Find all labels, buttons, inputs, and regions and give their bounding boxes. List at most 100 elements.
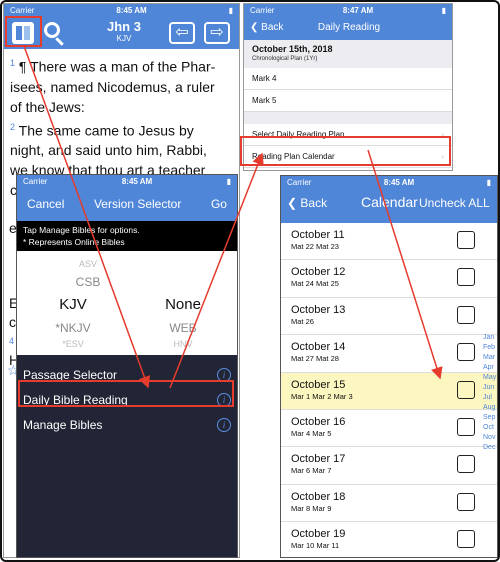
picker-option[interactable]: CSB xyxy=(48,275,128,289)
version-selector-title: Version Selector xyxy=(93,197,182,211)
status-bar: Carrier 8:45 AM ▮ xyxy=(281,176,497,188)
picker-option[interactable]: WEB xyxy=(143,321,223,335)
month-index-item[interactable]: Aug xyxy=(483,403,497,413)
text-line: night, and said unto him, Rabbi, xyxy=(10,142,207,159)
picker-selected[interactable]: KJV xyxy=(33,296,113,313)
menu-item-label: Manage Bibles xyxy=(23,418,103,432)
month-index-item[interactable]: Jun xyxy=(483,383,497,393)
carrier-label: Carrier xyxy=(23,176,48,186)
month-index-item[interactable]: Jul xyxy=(483,393,497,403)
calendar-nav-bar: Carrier 8:45 AM ▮ ❮ Back Calendar Unchec… xyxy=(281,176,497,223)
month-index-item[interactable]: Nov xyxy=(483,433,497,443)
battery-icon: ▮ xyxy=(486,177,491,187)
picker-option[interactable]: HNV xyxy=(143,339,223,349)
back-label: Back xyxy=(300,196,328,210)
month-index-item[interactable]: Sep xyxy=(483,413,497,423)
info-text: * Represents Online Bibles xyxy=(23,237,125,247)
next-chapter-arrow-icon[interactable]: ⇨ xyxy=(204,22,230,44)
previous-chapter-arrow-icon[interactable]: ⇦ xyxy=(169,22,195,44)
month-index-item[interactable]: Feb xyxy=(483,343,497,353)
reading-label: Mark 5 xyxy=(252,96,277,105)
calendar-row[interactable]: October 18 Mar 8 Mar 9 xyxy=(281,485,497,523)
text-line: ¶ There was a man of the Phar- xyxy=(18,58,216,75)
reading-plan-name: Chronological Plan (1Yr) xyxy=(252,56,318,62)
calendar-row[interactable]: October 12 Mat 24 Mat 25 xyxy=(281,260,497,298)
checkbox[interactable] xyxy=(457,268,475,287)
carrier-label: Carrier xyxy=(250,5,275,15)
calendar-row[interactable]: October 15 Mar 1 Mar 2 Mar 3 xyxy=(281,372,497,410)
calendar-screen: Carrier 8:45 AM ▮ ❮ Back Calendar Unchec… xyxy=(280,175,498,558)
search-icon[interactable] xyxy=(44,22,60,38)
go-button[interactable]: Go xyxy=(211,197,227,211)
calendar-title: Calendar xyxy=(361,194,418,210)
checkbox[interactable] xyxy=(457,343,475,362)
calendar-list: October 11 Mat 22 Mat 23 October 12 Mat 24 … xyxy=(281,223,497,557)
checkbox[interactable] xyxy=(457,530,475,549)
status-time: 8:45 AM xyxy=(116,5,147,15)
plan-header: October 15th, 2018 Chronological Plan (1… xyxy=(244,40,452,68)
calendar-row[interactable]: October 16 Mar 4 Mar 5 xyxy=(281,410,497,448)
spacer xyxy=(244,112,452,124)
bible-icon-highlight xyxy=(5,16,42,47)
month-index: Jan Feb Mar Apr May Jun Jul Aug Sep Oct Nov Dec xyxy=(483,333,497,453)
version-nav-bar: Carrier 8:45 AM ▮ Cancel Version Selecto… xyxy=(17,175,237,221)
reading-date: October 15th, 2018 xyxy=(252,44,333,54)
status-time: 8:45 AM xyxy=(121,176,153,186)
picker-selected[interactable]: None xyxy=(143,296,223,313)
daily-reading-title: Daily Reading xyxy=(317,22,381,33)
back-button[interactable]: ❮ Back xyxy=(287,196,327,210)
battery-icon: ▮ xyxy=(441,5,446,15)
calendar-row[interactable]: October 11 Mat 22 Mat 23 xyxy=(281,223,497,261)
status-bar: Carrier 8:47 AM ▮ xyxy=(244,4,452,16)
daily-reading-highlight xyxy=(18,380,234,407)
info-strip: Tap Manage Bibles for options. * Represe… xyxy=(17,221,237,251)
month-index-item[interactable]: Mar xyxy=(483,353,497,363)
info-icon[interactable]: i xyxy=(217,418,231,432)
battery-icon: ▮ xyxy=(228,5,233,15)
calendar-row[interactable]: October 14 Mat 27 Mat 28 xyxy=(281,335,497,373)
checkbox[interactable] xyxy=(457,455,475,474)
text-line: isees, named Nicodemus, a ruler xyxy=(10,78,215,95)
month-index-item[interactable]: Oct xyxy=(483,423,497,433)
checkbox[interactable] xyxy=(457,417,475,436)
month-index-item[interactable]: Apr xyxy=(483,363,497,373)
checkbox[interactable] xyxy=(457,305,475,324)
menu-item-manage-bibles[interactable]: Manage Bibles i xyxy=(17,413,237,438)
battery-icon: ▮ xyxy=(226,176,231,186)
chapter-title[interactable]: Jhn 3 KJV xyxy=(84,16,164,43)
reading-item[interactable]: Mark 4 xyxy=(244,68,452,90)
chevron-left-icon: ❮ xyxy=(287,196,298,210)
checkbox[interactable] xyxy=(457,231,475,249)
status-bar: Carrier 8:45 AM ▮ xyxy=(4,4,239,16)
text-line: The same came to Jesus by xyxy=(18,122,194,139)
picker-option[interactable]: *NKJV xyxy=(33,321,113,335)
reading-item[interactable]: Mark 5 xyxy=(244,90,452,112)
cancel-button[interactable]: Cancel xyxy=(27,197,64,211)
status-time: 8:45 AM xyxy=(383,177,415,187)
checkbox[interactable] xyxy=(457,492,475,511)
calendar-row-highlight xyxy=(240,136,451,166)
picker-option[interactable]: ASV xyxy=(48,259,128,269)
text-line: of the Jews: xyxy=(10,98,85,115)
calendar-row[interactable]: October 19 Mar 10 Mar 11 xyxy=(281,522,497,557)
calendar-row[interactable]: October 13 Mat 26 xyxy=(281,298,497,336)
status-time: 8:47 AM xyxy=(342,5,374,15)
checkbox[interactable] xyxy=(457,380,475,399)
picker-option[interactable]: *ESV xyxy=(33,339,113,349)
verse-number: 1 xyxy=(10,58,16,68)
chapter-label: Jhn 3 xyxy=(107,19,141,34)
carrier-label: Carrier xyxy=(10,5,35,15)
reading-label: Mark 4 xyxy=(252,74,277,83)
info-text: Tap Manage Bibles for options. xyxy=(23,225,140,235)
status-bar: Carrier 8:45 AM ▮ xyxy=(17,175,237,187)
calendar-row[interactable]: October 17 Mar 6 Mar 7 xyxy=(281,447,497,485)
month-index-item[interactable]: Dec xyxy=(483,443,497,453)
carrier-label: Carrier xyxy=(287,177,312,187)
verse-number: 2 xyxy=(10,121,16,132)
month-index-item[interactable]: May xyxy=(483,373,497,383)
version-selector-screen: Carrier 8:45 AM ▮ Cancel Version Selecto… xyxy=(16,174,238,558)
version-picker[interactable]: ASV CSB KJV None *NKJV WEB *ESV HNV xyxy=(17,251,237,355)
month-index-item[interactable]: Jan xyxy=(483,333,497,343)
daily-nav-bar: Carrier 8:47 AM ▮ ❮ Back Daily Reading xyxy=(244,4,452,40)
uncheck-all-button[interactable]: Uncheck ALL xyxy=(419,196,490,210)
